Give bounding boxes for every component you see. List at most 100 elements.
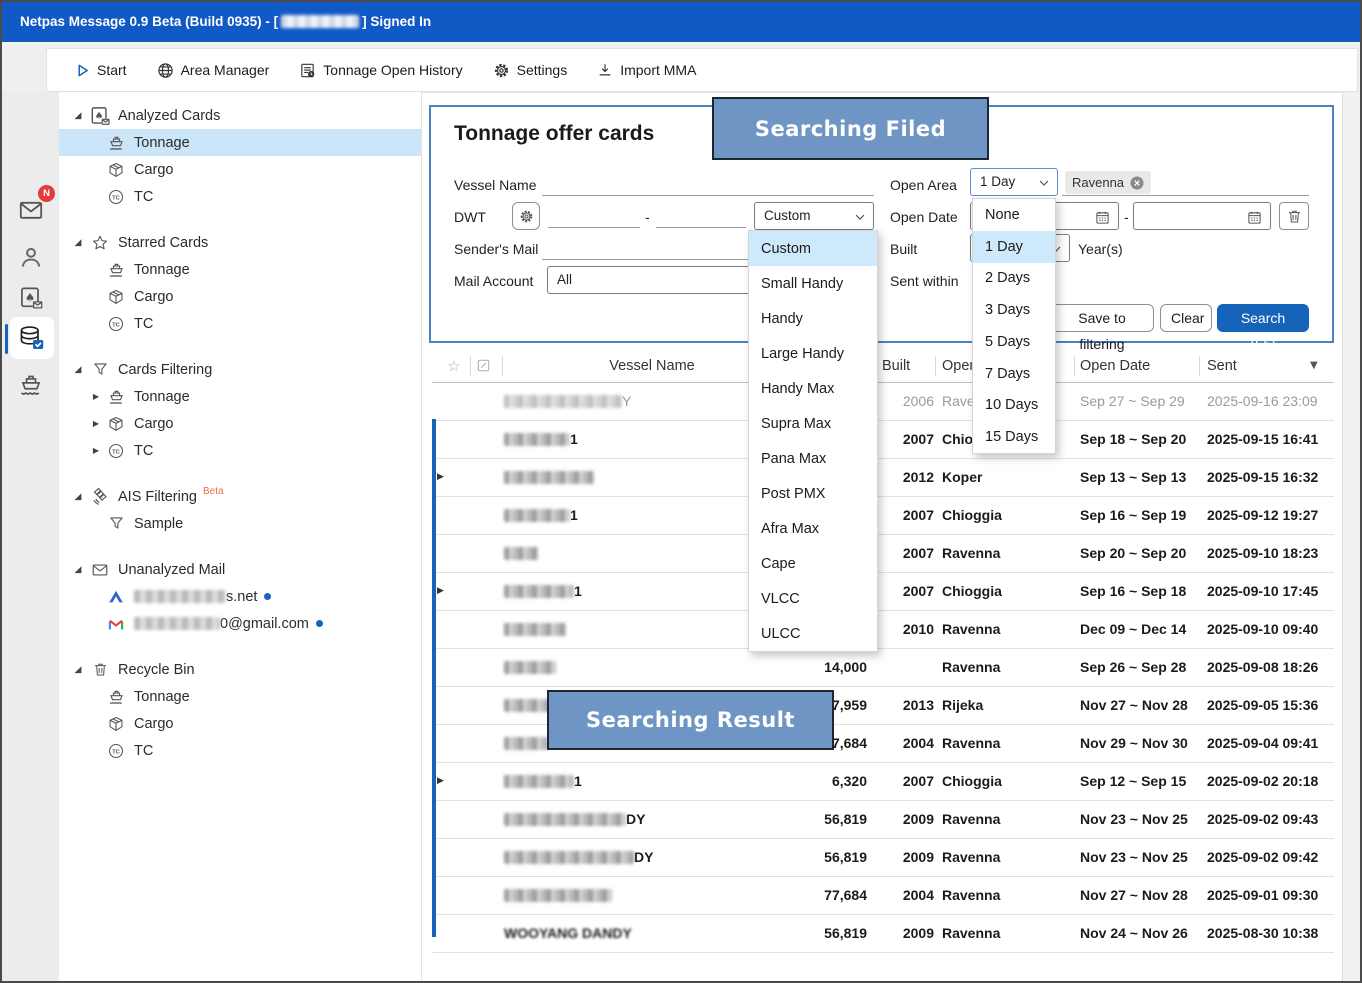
remove-tag-icon[interactable] [1130,176,1144,190]
sidebar-item-starred-cards-tonnage[interactable]: Tonnage [59,256,421,283]
built-column-header[interactable]: Built [882,350,910,382]
dropdown-option-5-days[interactable]: 5 Days [973,326,1055,358]
sidebar-item-mail-account[interactable]: 0@gmail.com [59,610,421,637]
sidebar-item-starred-cards-cargo[interactable]: Cargo [59,283,421,310]
dwt-min-input[interactable] [548,204,640,228]
dwt-max-input[interactable] [656,204,746,228]
dropdown-option-supra-max[interactable]: Supra Max [749,406,877,441]
sort-descending-icon[interactable]: ▼ [1310,350,1318,382]
sidebar-item-cards-filtering-tonnage[interactable]: ▶ Tonnage [59,383,421,410]
tree-expanded-icon[interactable]: ◢ [67,565,89,575]
dropdown-option-ulcc[interactable]: ULCC [749,616,877,651]
sidebar-item-ais-filtering-sample[interactable]: Sample [59,510,421,537]
table-row[interactable]: DY 56,819 2009 Ravenna Nov 23 ~ Nov 25 2… [432,801,1334,839]
dropdown-option-custom[interactable]: Custom [749,231,877,266]
toolbar-import-mma-button[interactable]: Import MMA [597,62,696,78]
row-expander-icon[interactable]: ▶ [437,763,444,799]
vessel-size-select[interactable]: Custom [754,202,874,230]
clear-dates-button[interactable] [1279,202,1309,230]
dropdown-option-3-days[interactable]: 3 Days [973,294,1055,326]
rail-card-database-button[interactable] [2,318,59,358]
tree-expanded-icon[interactable]: ◢ [67,111,89,121]
search-button[interactable]: Search (F5) [1217,304,1309,332]
section-label: Analyzed Cards [118,108,220,124]
sidebar-section-ais-filtering[interactable]: ◢ AIS Filtering Beta [59,483,421,510]
cell-open-area: Ravenna [942,535,1072,571]
clear-button[interactable]: Clear [1160,304,1212,332]
dropdown-option-afra-max[interactable]: Afra Max [749,511,877,546]
table-row[interactable]: 1 2007 Chioggia Sep 16 ~ Sep 19 2025-09-… [432,497,1334,535]
toolbar-area-manager-button[interactable]: Area Manager [157,62,270,79]
sidebar-item-cards-filtering-tc[interactable]: ▶ TC TC [59,437,421,464]
table-row[interactable]: 1 2007 Chioggia Sep 18 ~ Sep 20 2025-09-… [432,421,1334,459]
dropdown-option-2-days[interactable]: 2 Days [973,263,1055,295]
rail-mail-button[interactable]: N [2,190,59,230]
star-column-header[interactable]: ☆ [442,350,466,382]
sidebar-item-analyzed-cards-tc[interactable]: TC TC [59,183,421,210]
sidebar-section-cards-filtering[interactable]: ◢ Cards Filtering [59,356,421,383]
table-row[interactable]: WOOYANG DANDY 56,819 2009 Ravenna Nov 24… [432,915,1334,953]
tree-collapsed-icon[interactable]: ▶ [87,446,105,455]
tree-expanded-icon[interactable]: ◢ [67,492,89,502]
table-row[interactable]: 2010 Ravenna Dec 09 ~ Dec 14 2025-09-10 … [432,611,1334,649]
toolbar-tonnage-open-history-button[interactable]: Tonnage Open History [299,62,462,79]
dropdown-option-7-days[interactable]: 7 Days [973,358,1055,390]
redacted-vessel-name [504,813,626,826]
dropdown-option-post-pmx[interactable]: Post PMX [749,476,877,511]
dropdown-option-15-days[interactable]: 15 Days [973,421,1055,453]
table-row[interactable]: ▶ 1 6,320 2007 Chioggia Sep 12 ~ Sep 15 … [432,763,1334,801]
sidebar-section-starred-cards[interactable]: ◢ Starred Cards [59,229,421,256]
sidebar-section-unanalyzed-mail[interactable]: ◢ Unanalyzed Mail [59,556,421,583]
vessel-name-input[interactable] [542,172,874,196]
rail-analyzed-cards-button[interactable]: ♠ [2,278,59,318]
sidebar-item-recycle-bin-cargo[interactable]: Cargo [59,710,421,737]
sidebar-item-mail-account[interactable]: s.net [59,583,421,610]
table-row[interactable]: DY 56,819 2009 Ravenna Nov 23 ~ Nov 25 2… [432,839,1334,877]
dropdown-option-handy-max[interactable]: Handy Max [749,371,877,406]
row-expander-icon[interactable]: ▶ [437,459,444,495]
edit-note-icon[interactable] [476,358,491,373]
toolbar-start-button[interactable]: Start [75,62,127,78]
dropdown-option-pana-max[interactable]: Pana Max [749,441,877,476]
open-date-column-header[interactable]: Open Date [1080,350,1150,382]
dropdown-option-cape[interactable]: Cape [749,546,877,581]
sidebar-item-analyzed-cards-tonnage[interactable]: Tonnage [59,129,421,156]
table-row[interactable]: ▶ 1 2007 Chioggia Sep 16 ~ Sep 18 2025-0… [432,573,1334,611]
sidebar-section-analyzed-cards[interactable]: ◢ ♠ Analyzed Cards [59,102,421,129]
sidebar-item-starred-cards-tc[interactable]: TC TC [59,310,421,337]
table-row[interactable]: ▶ 2012 Koper Sep 13 ~ Sep 13 2025-09-15 … [432,459,1334,497]
tree-expanded-icon[interactable]: ◢ [67,665,89,675]
dropdown-option-none[interactable]: None [973,199,1055,231]
dwt-settings-button[interactable] [512,202,540,230]
netpas-logo-icon [105,588,127,606]
dropdown-option-small-handy[interactable]: Small Handy [749,266,877,301]
tree-expanded-icon[interactable]: ◢ [67,365,89,375]
dropdown-option-1-day[interactable]: 1 Day [973,231,1055,263]
row-expander-icon[interactable]: ▶ [437,573,444,609]
sent-column-header[interactable]: Sent [1207,350,1237,382]
tree-expanded-icon[interactable]: ◢ [67,238,89,248]
table-row[interactable]: 14,000 Ravenna Sep 26 ~ Sep 28 2025-09-0… [432,649,1334,687]
tree-collapsed-icon[interactable]: ▶ [87,419,105,428]
save-to-filtering-button[interactable]: Save to filtering [1050,304,1154,332]
dropdown-option-handy[interactable]: Handy [749,301,877,336]
dropdown-option-vlcc[interactable]: VLCC [749,581,877,616]
scroll-gutter[interactable] [1342,92,1362,983]
dropdown-option-large-handy[interactable]: Large Handy [749,336,877,371]
tree-collapsed-icon[interactable]: ▶ [87,392,105,401]
rail-vessels-button[interactable] [2,364,59,404]
dropdown-option-10-days[interactable]: 10 Days [973,390,1055,422]
sidebar-item-recycle-bin-tonnage[interactable]: Tonnage [59,683,421,710]
table-row[interactable]: Y 2006 Ravenna Sep 27 ~ Sep 29 2025-09-1… [432,383,1334,421]
table-row[interactable]: 2007 Ravenna Sep 20 ~ Sep 20 2025-09-10 … [432,535,1334,573]
sidebar-item-analyzed-cards-cargo[interactable]: Cargo [59,156,421,183]
open-date-to-input[interactable] [1133,202,1271,230]
sidebar-section-recycle-bin[interactable]: ◢ Recycle Bin [59,656,421,683]
toolbar-settings-button[interactable]: Settings [493,62,568,79]
table-row[interactable]: 77,684 2004 Ravenna Nov 27 ~ Nov 28 2025… [432,877,1334,915]
sidebar-item-cards-filtering-cargo[interactable]: ▶ Cargo [59,410,421,437]
sidebar-item-recycle-bin-tc[interactable]: TC TC [59,737,421,764]
cell-built: 2009 [880,801,934,837]
open-area-day-select[interactable]: 1 Day [970,168,1058,196]
rail-contacts-button[interactable] [2,238,59,278]
